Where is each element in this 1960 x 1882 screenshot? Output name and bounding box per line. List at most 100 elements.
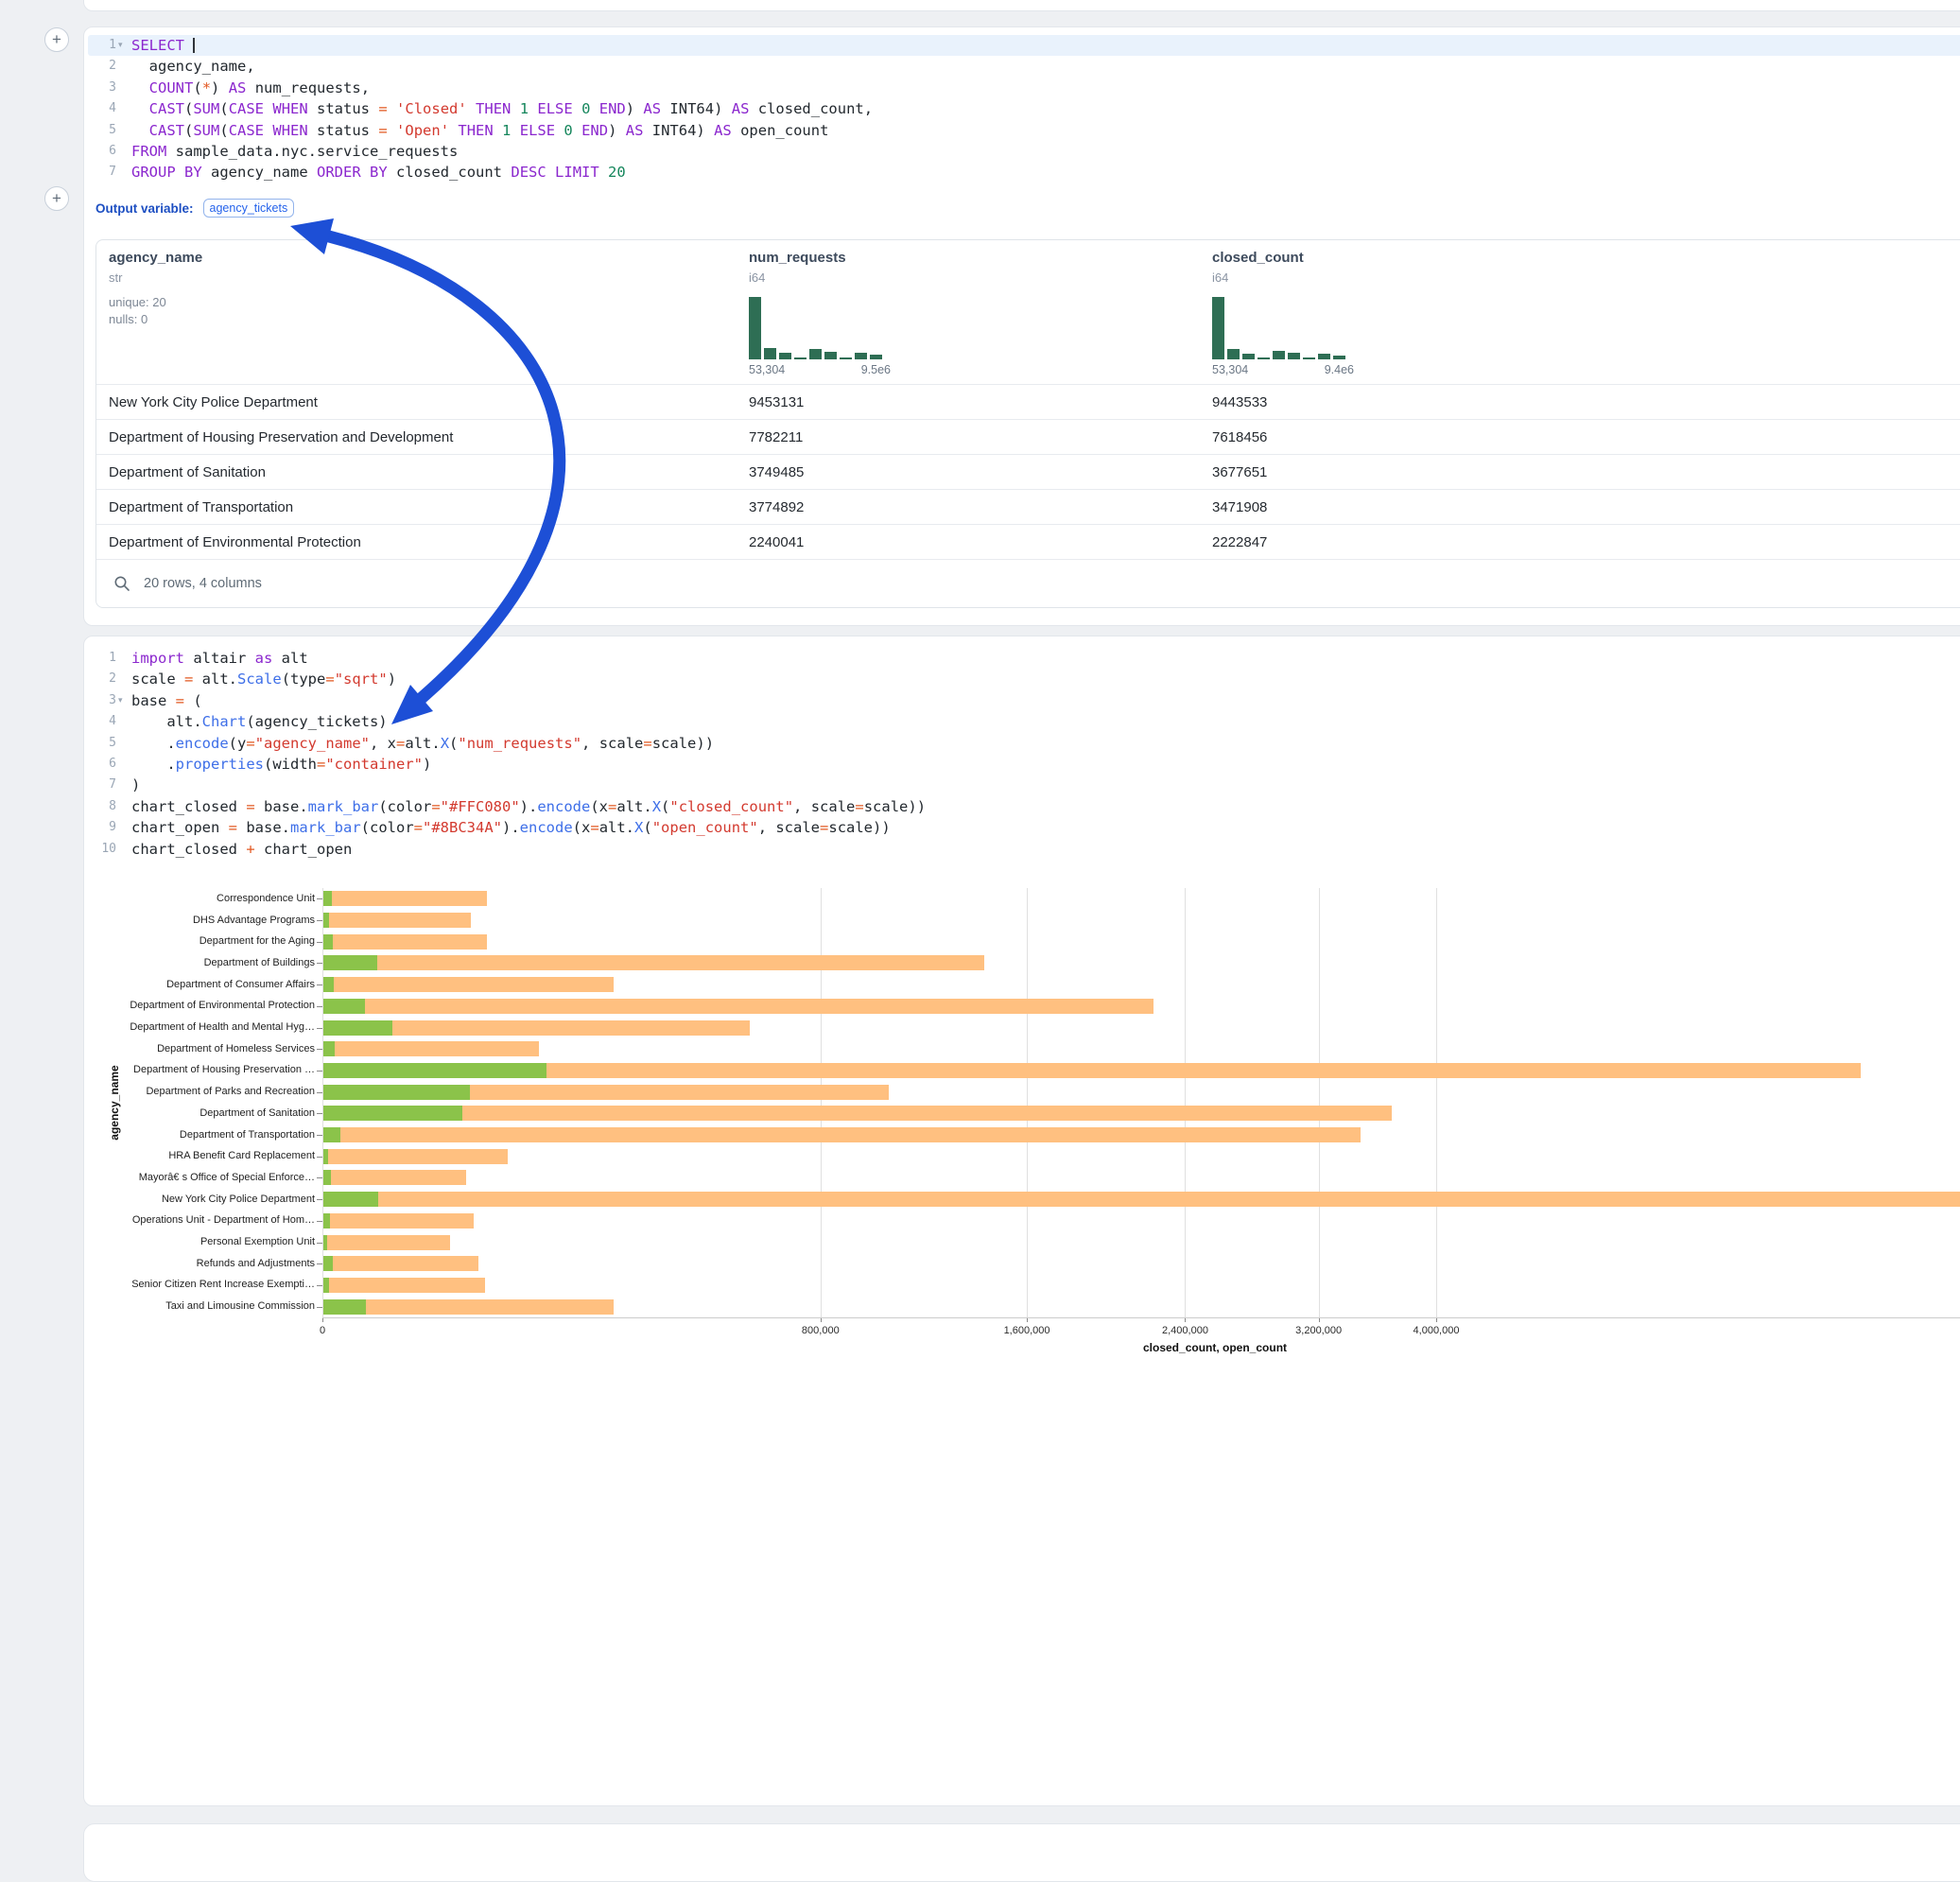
table-cell: 9443533 [1212, 385, 1267, 420]
bar-open_count [323, 1020, 392, 1036]
fold-chevron-icon[interactable]: ▾ [116, 35, 131, 56]
y-tick [317, 963, 322, 964]
code-text: CAST(SUM(CASE WHEN status = 'Closed' THE… [131, 98, 873, 119]
row-column-count: 20 rows, 4 columns [144, 576, 262, 591]
x-axis-label: 800,000 [778, 1325, 863, 1336]
y-tick [317, 1028, 322, 1029]
y-axis-label: Department of Homeless Services [84, 1043, 315, 1054]
bar-closed_count [323, 955, 984, 970]
histogram-bar [1273, 351, 1285, 359]
line-number: 7 [92, 162, 116, 183]
previous-cell-edge [83, 0, 1960, 11]
histogram-bar [1333, 356, 1345, 359]
bar-open_count [323, 977, 334, 992]
table-cell: Department of Transportation [109, 490, 293, 525]
y-tick [317, 1071, 322, 1072]
table-row[interactable]: Department of Sanitation37494853677651 [96, 454, 1960, 490]
line-number: 2 [92, 56, 116, 77]
column-stats: unique: 20 [109, 295, 166, 309]
bar-open_count [323, 1213, 330, 1229]
y-axis-label: HRA Benefit Card Replacement [84, 1150, 315, 1161]
y-axis-label: Department for the Aging [84, 935, 315, 947]
table-row[interactable]: Department of Transportation377489234719… [96, 489, 1960, 525]
bar-closed_count [323, 1106, 1392, 1121]
table-row[interactable]: Department of Environmental Protection22… [96, 524, 1960, 560]
code-text: COUNT(*) AS num_requests, [131, 78, 370, 98]
histogram-bar [824, 352, 837, 359]
code-text: GROUP BY agency_name ORDER BY closed_cou… [131, 162, 626, 183]
y-axis-title: agency_name [108, 1065, 121, 1140]
bar-closed_count [323, 1041, 539, 1056]
column-header[interactable]: agency_name [109, 250, 202, 266]
x-axis-label: 3,200,000 [1276, 1325, 1362, 1336]
y-tick [317, 898, 322, 899]
table-cell: 3774892 [749, 490, 804, 525]
column-header[interactable]: num_requests [749, 250, 846, 266]
y-axis-label: Department of Health and Mental Hyg… [84, 1021, 315, 1033]
altair-chart: 0800,0001,600,0002,400,0003,200,0004,000… [84, 636, 1960, 1805]
table-cell: 2240041 [749, 525, 804, 560]
bar-open_count [323, 1278, 329, 1293]
sql-code-editor[interactable]: 1▾SELECT 2 agency_name,3 COUNT(*) AS num… [92, 35, 873, 183]
next-cell-edge [83, 1823, 1960, 1882]
code-line: 6 FROM sample_data.nyc.service_requests [92, 141, 873, 162]
fold-spacer [116, 98, 131, 119]
fold-spacer [116, 120, 131, 141]
table-row[interactable]: Department of Housing Preservation and D… [96, 419, 1960, 455]
sql-cell: 1▾SELECT 2 agency_name,3 COUNT(*) AS num… [83, 26, 1960, 626]
table-row[interactable]: New York City Police Department945313194… [96, 384, 1960, 420]
table-cell: 7618456 [1212, 420, 1267, 455]
y-tick [317, 1006, 322, 1007]
column-header[interactable]: closed_count [1212, 250, 1304, 266]
add-cell-button[interactable]: + [44, 27, 69, 52]
bar-open_count [323, 1085, 470, 1100]
histogram-bar [764, 348, 776, 359]
y-tick [317, 1157, 322, 1158]
bar-open_count [323, 1149, 328, 1164]
x-axis-label: 2,400,000 [1142, 1325, 1227, 1336]
histogram-bar [1303, 357, 1315, 359]
search-icon[interactable] [113, 575, 130, 592]
histogram-bar [1227, 349, 1240, 359]
add-cell-button[interactable]: + [44, 186, 69, 211]
histogram-bar [779, 353, 791, 359]
code-line: 1▾SELECT [92, 35, 873, 56]
bar-open_count [323, 999, 365, 1014]
code-line: 7 GROUP BY agency_name ORDER BY closed_co… [92, 162, 873, 183]
y-axis-label: Taxi and Limousine Commission [84, 1300, 315, 1312]
y-axis-label: Mayorâ€ s Office of Special Enforce… [84, 1172, 315, 1183]
y-tick [317, 942, 322, 943]
column-stats: nulls: 0 [109, 312, 147, 326]
code-line: 4 CAST(SUM(CASE WHEN status = 'Closed' T… [92, 98, 873, 119]
y-axis-label: Department of Environmental Protection [84, 1000, 315, 1011]
table-cell: Department of Housing Preservation and D… [109, 420, 453, 455]
histogram-range: 53,3049.4e6 [1212, 363, 1354, 376]
bar-closed_count [323, 934, 487, 950]
column-type: i64 [1212, 270, 1228, 285]
histogram-bar [855, 353, 867, 359]
bar-closed_count [323, 1278, 485, 1293]
bar-open_count [323, 1170, 331, 1185]
bar-open_count [323, 955, 377, 970]
bar-open_count [323, 1256, 333, 1271]
bar-open_count [323, 913, 329, 928]
y-tick [317, 1307, 322, 1308]
x-axis-label: 4,000,000 [1394, 1325, 1479, 1336]
line-number: 5 [92, 120, 116, 141]
histogram-bar [749, 297, 761, 359]
y-axis-label: Correspondence Unit [84, 893, 315, 904]
table-cell: 2222847 [1212, 525, 1267, 560]
histogram-bar [1288, 353, 1300, 359]
code-text: FROM sample_data.nyc.service_requests [131, 141, 458, 162]
text-cursor [193, 38, 195, 53]
gridline [1436, 888, 1437, 1317]
fold-spacer [116, 141, 131, 162]
bar-open_count [323, 1192, 378, 1207]
bar-closed_count [323, 1256, 478, 1271]
bar-open_count [323, 1299, 366, 1315]
code-line: 5 CAST(SUM(CASE WHEN status = 'Open' THE… [92, 120, 873, 141]
line-number: 6 [92, 141, 116, 162]
code-text: agency_name, [131, 56, 255, 77]
y-axis-label: New York City Police Department [84, 1194, 315, 1205]
output-variable-chip[interactable]: agency_tickets [203, 199, 295, 218]
